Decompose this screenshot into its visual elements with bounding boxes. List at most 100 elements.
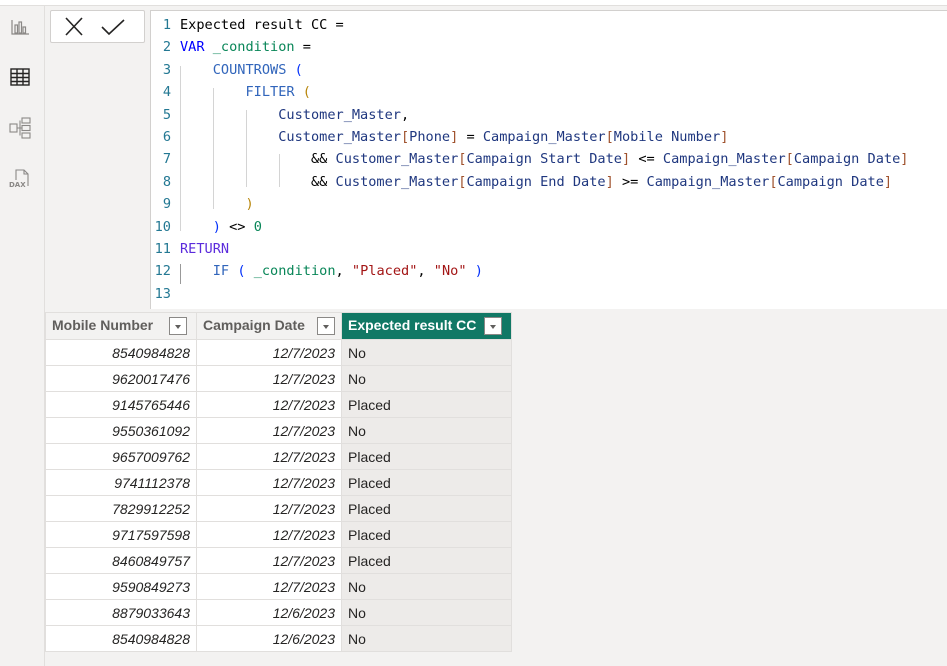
x-icon <box>65 17 83 36</box>
line-number: 2 <box>162 39 171 56</box>
code-token: Campaign Date <box>777 173 884 190</box>
dax-label: DAX <box>9 181 26 189</box>
cell-expected-result[interactable]: No <box>341 625 512 652</box>
code-token: Campaign_Master <box>646 173 770 190</box>
cell-campaign-date[interactable]: 12/7/2023 <box>196 495 342 522</box>
cell-mobile-number[interactable]: 7829912252 <box>45 495 197 522</box>
cell-mobile-number[interactable]: 8879033643 <box>45 599 197 626</box>
code-token: Campaign Date <box>793 151 901 168</box>
cell-expected-result[interactable]: Placed <box>341 443 512 470</box>
cell-mobile-number[interactable]: 9550361092 <box>45 417 197 444</box>
indent-guide <box>180 264 181 284</box>
cell-expected-result[interactable]: Placed <box>341 495 512 522</box>
cell-campaign-date[interactable]: 12/7/2023 <box>196 469 342 496</box>
code-token: [ <box>785 151 794 168</box>
code-token: ) <box>212 218 221 235</box>
code-text: && Customer_Master[Campaign Start Date] … <box>180 148 909 170</box>
table-view-icon[interactable] <box>9 66 31 88</box>
code-line: 10 ) <> 0 <box>151 216 941 238</box>
code-token: RETURN <box>180 241 230 257</box>
cell-campaign-date[interactable]: 12/7/2023 <box>196 339 342 366</box>
formula-editor[interactable]: 1 Expected result CC = 2 VAR _condition = 3 … <box>150 10 947 309</box>
report-view-icon[interactable] <box>9 16 31 38</box>
cell-mobile-number[interactable]: 9741112378 <box>45 469 197 496</box>
code-token: FILTER <box>245 84 295 101</box>
code-token: 0 <box>253 218 262 235</box>
cell-expected-result[interactable]: Placed <box>341 547 512 574</box>
cell-mobile-number[interactable]: 9620017476 <box>45 365 197 392</box>
cancel-formula-button[interactable] <box>62 16 86 38</box>
code-line: 5 Customer_Master, <box>151 104 941 126</box>
filter-dropdown-icon[interactable] <box>316 317 335 336</box>
code-line: 1 Expected result CC = <box>151 14 941 36</box>
cell-campaign-date[interactable]: 12/7/2023 <box>196 391 342 418</box>
code-token: ) <box>474 263 483 280</box>
code-text: COUNTROWS ( <box>180 59 303 81</box>
code-text: RETURN <box>180 238 229 260</box>
cell-campaign-date[interactable]: 12/7/2023 <box>196 573 342 600</box>
cell-mobile-number[interactable]: 8540984828 <box>45 625 197 652</box>
line-number: 8 <box>162 173 171 190</box>
cell-mobile-number[interactable]: 9145765446 <box>45 391 197 418</box>
cell-expected-result[interactable]: Placed <box>341 391 512 418</box>
code-token: && <box>310 173 336 190</box>
column-header-campaign-date[interactable]: Campaign Date <box>196 312 342 340</box>
commit-formula-button[interactable] <box>100 16 125 38</box>
code-text: Customer_Master, <box>180 104 409 126</box>
cell-campaign-date[interactable]: 12/7/2023 <box>196 547 342 574</box>
code-token: = <box>458 129 483 145</box>
cell-campaign-date[interactable]: 12/7/2023 <box>196 443 342 470</box>
code-line: 3 COUNTROWS ( <box>151 59 941 81</box>
code-line: 8 && Customer_Master [Campaign End Date] … <box>151 171 941 193</box>
cell-expected-result[interactable]: Placed <box>341 521 512 548</box>
code-token: ] <box>900 151 909 168</box>
code-token: [ <box>400 129 410 145</box>
column-header-mobile-number[interactable]: Mobile Number <box>45 312 197 340</box>
table-row: 9550361092 12/7/2023 No <box>45 417 512 444</box>
code-token: Campaign_Master <box>662 151 786 168</box>
cell-expected-result[interactable]: No <box>341 417 512 444</box>
cell-campaign-date[interactable]: 12/6/2023 <box>196 599 342 626</box>
cell-expected-result[interactable]: No <box>341 339 512 366</box>
cell-campaign-date[interactable]: 12/7/2023 <box>196 417 342 444</box>
table-row: 8540984828 12/7/2023 No <box>45 339 512 366</box>
data-table: Mobile Number Campaign Date Expected res… <box>45 312 512 652</box>
cell-expected-result[interactable]: No <box>341 365 512 392</box>
column-header-label: Expected result CC <box>348 316 477 333</box>
cell-mobile-number[interactable]: 9717597598 <box>45 521 197 548</box>
code-token: && <box>310 151 336 168</box>
code-token: ( <box>302 84 311 101</box>
code-text: IF ( _condition, "Placed", "No" ) <box>180 260 483 282</box>
line-number: 6 <box>162 129 171 145</box>
table-row: 8460849757 12/7/2023 Placed <box>45 547 512 574</box>
cell-mobile-number[interactable]: 9657009762 <box>45 443 197 470</box>
code-token: = <box>294 39 311 56</box>
code-token: ] <box>605 173 614 190</box>
view-sidebar: DAX <box>0 6 45 666</box>
cell-expected-result[interactable]: No <box>341 599 512 626</box>
cell-mobile-number[interactable]: 9590849273 <box>45 573 197 600</box>
cell-expected-result[interactable]: Placed <box>341 469 512 496</box>
cell-mobile-number[interactable]: 8540984828 <box>45 339 197 366</box>
cell-campaign-date[interactable]: 12/7/2023 <box>196 521 342 548</box>
column-header-expected-result-cc[interactable]: Expected result CC <box>341 312 512 340</box>
filter-dropdown-icon[interactable] <box>169 317 188 336</box>
filter-dropdown-icon[interactable] <box>484 317 503 336</box>
table-row: 9717597598 12/7/2023 Placed <box>45 521 512 548</box>
cell-campaign-date[interactable]: 12/6/2023 <box>196 625 342 652</box>
cell-campaign-date[interactable]: 12/7/2023 <box>196 365 342 392</box>
line-number: 11 <box>154 241 171 257</box>
cell-mobile-number[interactable]: 8460849757 <box>45 547 197 574</box>
code-line: 6 Customer_Master[Phone] = Campaign_Mast… <box>151 126 941 148</box>
code-text: Customer_Master[Phone] = Campaign_Master… <box>180 126 728 148</box>
dax-query-view-icon[interactable]: DAX <box>9 168 31 190</box>
model-view-icon[interactable] <box>9 117 31 139</box>
cell-expected-result[interactable]: No <box>341 573 512 600</box>
line-number: 9 <box>162 196 171 213</box>
indent-guide <box>279 154 280 187</box>
